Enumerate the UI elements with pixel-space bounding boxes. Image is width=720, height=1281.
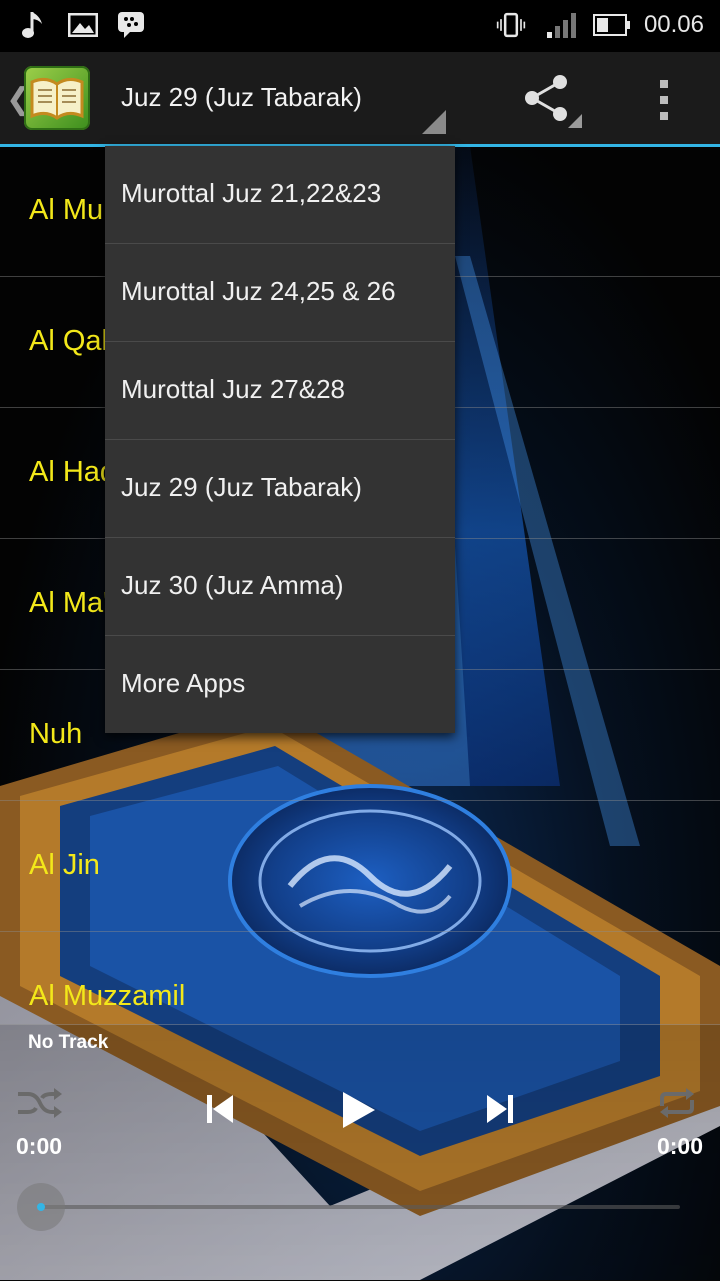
media-player: No Track 0:00 0:00	[0, 1024, 720, 1281]
next-icon	[487, 1095, 513, 1123]
spinner-dropdown-icon	[422, 110, 446, 134]
bbm-icon	[116, 10, 146, 40]
menu-item-juz-29[interactable]: Juz 29 (Juz Tabarak)	[105, 440, 455, 538]
menu-item-label: Juz 29 (Juz Tabarak)	[121, 472, 362, 502]
share-icon	[525, 75, 582, 128]
menu-item-juz-21-23[interactable]: Murottal Juz 21,22&23	[105, 146, 455, 244]
menu-item-juz-24-26[interactable]: Murottal Juz 24,25 & 26	[105, 244, 455, 342]
shuffle-button[interactable]	[14, 1083, 64, 1123]
previous-button[interactable]	[200, 1089, 240, 1129]
shuffle-icon	[18, 1088, 62, 1118]
music-note-icon	[20, 10, 50, 40]
previous-icon	[207, 1095, 233, 1123]
share-button[interactable]	[522, 72, 582, 128]
image-icon	[68, 10, 98, 40]
quran-book-icon[interactable]	[24, 66, 90, 130]
next-button[interactable]	[480, 1089, 520, 1129]
list-item[interactable]: Al Jin	[0, 801, 720, 932]
total-duration: 0:00	[656, 1133, 703, 1159]
play-icon	[343, 1092, 375, 1128]
play-button[interactable]	[336, 1087, 382, 1133]
menu-item-label: Murottal Juz 21,22&23	[121, 178, 382, 208]
track-title: No Track	[28, 1032, 109, 1053]
overflow-menu-icon	[660, 80, 668, 120]
menu-item-juz-27-28[interactable]: Murottal Juz 27&28	[105, 342, 455, 440]
repeat-icon	[660, 1088, 694, 1118]
surah-name: Al Jin	[29, 849, 100, 881]
seek-thumb[interactable]	[17, 1183, 65, 1231]
menu-item-label: Juz 30 (Juz Amma)	[121, 570, 344, 600]
overflow-menu-button[interactable]	[644, 76, 684, 124]
menu-item-more-apps[interactable]: More Apps	[105, 636, 455, 733]
vibrate-icon	[496, 10, 526, 40]
juz-dropdown-menu: Murottal Juz 21,22&23 Murottal Juz 24,25…	[105, 146, 455, 733]
battery-icon	[592, 10, 632, 40]
surah-name: Nuh	[29, 718, 83, 750]
menu-item-juz-30[interactable]: Juz 30 (Juz Amma)	[105, 538, 455, 636]
signal-icon	[545, 10, 579, 40]
juz-spinner[interactable]: Juz 29 (Juz Tabarak)	[121, 82, 362, 113]
menu-item-label: Murottal Juz 27&28	[121, 374, 346, 404]
menu-item-label: More Apps	[121, 668, 246, 698]
surah-name: Al Muzzamil	[29, 980, 186, 1012]
status-time: 00.06	[643, 11, 704, 38]
repeat-button[interactable]	[654, 1083, 700, 1123]
status-bar: 00.06	[0, 0, 720, 52]
menu-item-label: Murottal Juz 24,25 & 26	[121, 276, 396, 306]
action-bar: ❮ Juz 29 (Juz Tabarak)	[0, 52, 720, 147]
elapsed-time: 0:00	[16, 1133, 63, 1159]
seek-bar[interactable]	[40, 1205, 680, 1209]
